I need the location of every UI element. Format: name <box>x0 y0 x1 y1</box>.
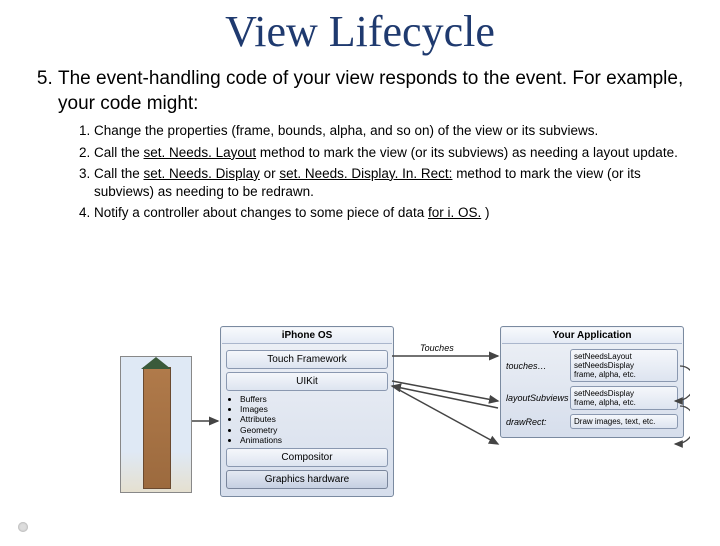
application-header: Your Application <box>502 328 682 344</box>
app-pill-touches: setNeedsLayout setNeedsDisplay frame, al… <box>570 349 678 382</box>
app-pill-draw: Draw images, text, etc. <box>570 414 678 429</box>
main-item-text: The event-handling code of your view res… <box>58 68 683 114</box>
slide-title: View Lifecycle <box>0 6 720 57</box>
sub4-pre: Notify a controller about changes to som… <box>94 205 428 220</box>
sub4-post: ) <box>481 205 489 220</box>
sub2-pre: Call the <box>94 145 144 160</box>
application-body: touches… setNeedsLayout setNeedsDisplay … <box>502 344 682 436</box>
sub-item-1: Change the properties (frame, bounds, al… <box>94 122 692 140</box>
sub-item-2: Call the set. Needs. Layout method to ma… <box>94 144 692 162</box>
sub-item-3: Call the set. Needs. Display or set. Nee… <box>94 165 692 201</box>
arrow-label-touches: Touches <box>420 343 454 353</box>
footer-dot-icon <box>18 522 28 532</box>
app-row-draw: drawRect: Draw images, text, etc. <box>506 414 678 429</box>
iphone-bullet: Buffers <box>240 394 388 404</box>
main-list: The event-handling code of your view res… <box>18 67 692 222</box>
iphone-os-header: iPhone OS <box>222 328 392 344</box>
app-row-touches: touches… setNeedsLayout setNeedsDisplay … <box>506 349 678 382</box>
sub2-u1: set. Needs. Layout <box>144 145 257 160</box>
sub3-pre: Call the <box>94 166 144 181</box>
tower-photo <box>120 356 192 493</box>
application-panel: Your Application touches… setNeedsLayout… <box>500 326 684 438</box>
sub3-u2: set. Needs. Display. In. Rect: <box>279 166 452 181</box>
tower-roof <box>141 357 171 369</box>
main-list-item: The event-handling code of your view res… <box>58 67 692 222</box>
sub4-u1: for i. OS. <box>428 205 481 220</box>
sub-item-4: Notify a controller about changes to som… <box>94 204 692 222</box>
iphone-bullets: Buffers Images Attributes Geometry Anima… <box>240 394 388 445</box>
iphone-bullet: Attributes <box>240 414 388 424</box>
iphone-row-compositor: Compositor <box>226 448 388 467</box>
sub3-u1: set. Needs. Display <box>144 166 260 181</box>
iphone-os-panel: iPhone OS Touch Framework UIKit Buffers … <box>220 326 394 497</box>
tower-body <box>143 367 171 489</box>
iphone-bullet: Geometry <box>240 425 388 435</box>
app-row-layout: layoutSubviews setNeedsDisplay frame, al… <box>506 386 678 410</box>
iphone-row-graphics: Graphics hardware <box>226 470 388 489</box>
app-label-touches: touches… <box>506 361 570 371</box>
iphone-row-uikit: UIKit <box>226 372 388 391</box>
iphone-os-body: Touch Framework UIKit Buffers Images Att… <box>222 344 392 495</box>
sub2-post: method to mark the view (or its subviews… <box>256 145 678 160</box>
iphone-row-touch: Touch Framework <box>226 350 388 369</box>
diagram: iPhone OS Touch Framework UIKit Buffers … <box>120 326 690 526</box>
app-label-layout: layoutSubviews <box>506 393 570 403</box>
iphone-bullet: Animations <box>240 435 388 445</box>
iphone-bullet: Images <box>240 404 388 414</box>
app-label-draw: drawRect: <box>506 417 570 427</box>
sub3-mid: or <box>260 166 280 181</box>
sub-list: Change the properties (frame, bounds, al… <box>58 122 692 222</box>
app-pill-layout: setNeedsDisplay frame, alpha, etc. <box>570 386 678 410</box>
